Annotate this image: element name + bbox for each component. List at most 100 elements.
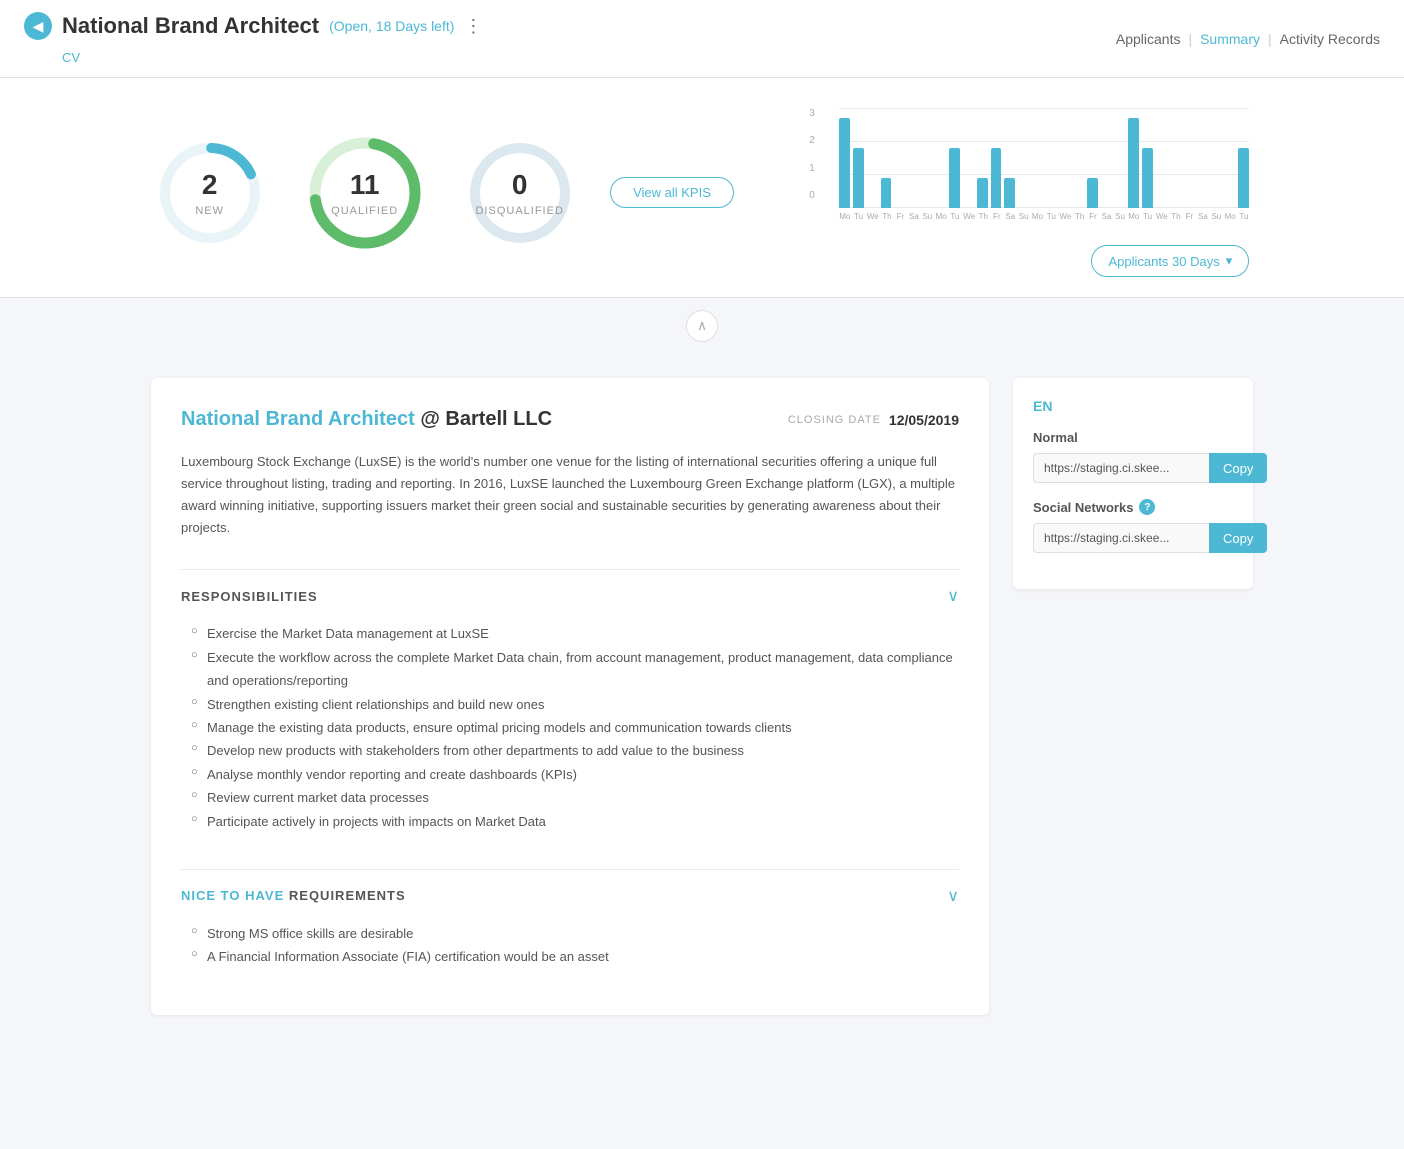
kpi-qualified: 11 QUALIFIED bbox=[305, 133, 425, 253]
kpi-inner: 2 NEW 11 QUALIFIED bbox=[152, 108, 1252, 277]
kpi-disqualified-number: 0 bbox=[475, 169, 563, 201]
cv-link[interactable]: CV bbox=[62, 50, 80, 65]
collapse-button[interactable]: ∧ bbox=[686, 310, 718, 342]
chart-label-29: Tu bbox=[1239, 212, 1249, 221]
kpi-disqualified-inner: 0 DISQUALIFIED bbox=[475, 169, 563, 217]
kpi-new: 2 NEW bbox=[155, 138, 265, 248]
y-label-2: 2 bbox=[809, 135, 815, 146]
chart-label-3: Th bbox=[882, 212, 892, 221]
chart-label-5: Sa bbox=[909, 212, 919, 221]
requirements-chevron: ∨ bbox=[947, 886, 959, 906]
social-url-input[interactable] bbox=[1033, 523, 1209, 553]
chart-bar-7 bbox=[936, 206, 947, 208]
chart-y-axis: 3 2 1 0 bbox=[809, 108, 815, 201]
requirements-section: NICE TO HAVE REQUIREMENTS ∨ Strong MS of… bbox=[181, 869, 959, 985]
chart-bar-17 bbox=[1073, 206, 1084, 208]
chart-bar-0 bbox=[839, 118, 850, 208]
responsibility-item-4: Develop new products with stakeholders f… bbox=[191, 739, 959, 762]
normal-link-section: Normal Copy bbox=[1033, 430, 1233, 483]
sidebar-card: EN Normal Copy Social Networks ? Copy bbox=[1013, 378, 1253, 589]
chart-label-20: Su bbox=[1115, 212, 1125, 221]
header-nav: Applicants | Summary | Activity Records bbox=[1116, 31, 1380, 47]
normal-url-input[interactable] bbox=[1033, 453, 1209, 483]
kpi-qualified-inner: 11 QUALIFIED bbox=[331, 169, 398, 217]
chart-bar-26 bbox=[1197, 206, 1208, 208]
title-row: ◀ National Brand Architect (Open, 18 Day… bbox=[24, 12, 482, 40]
chart-label-12: Sa bbox=[1005, 212, 1015, 221]
chart-bar-18 bbox=[1087, 178, 1098, 208]
chart-label-15: Tu bbox=[1046, 212, 1056, 221]
applicants-30-label: Applicants 30 Days bbox=[1108, 254, 1219, 269]
back-button[interactable]: ◀ bbox=[24, 12, 52, 40]
chart-bar-14 bbox=[1032, 206, 1043, 208]
kpi-section: 2 NEW 11 QUALIFIED bbox=[0, 78, 1404, 298]
y-label-3: 3 bbox=[809, 108, 815, 119]
chart-bar-19 bbox=[1101, 206, 1112, 208]
responsibilities-section: RESPONSIBILITIES ∨ Exercise the Market D… bbox=[181, 569, 959, 849]
chart-x-labels: MoTuWeThFrSaSuMoTuWeThFrSaSuMoTuWeThFrSa… bbox=[839, 212, 1249, 221]
chart-label-26: Sa bbox=[1198, 212, 1208, 221]
responsibility-item-3: Manage the existing data products, ensur… bbox=[191, 716, 959, 739]
y-label-0: 0 bbox=[809, 190, 815, 201]
requirements-list: Strong MS office skills are desirableA F… bbox=[181, 922, 959, 969]
chart-bar-4 bbox=[894, 206, 905, 208]
chart-bar-9 bbox=[963, 206, 974, 208]
kpi-disqualified: 0 DISQUALIFIED bbox=[465, 138, 575, 248]
closing-date-block: CLOSING DATE 12/05/2019 bbox=[788, 412, 959, 428]
kpi-disqualified-circle: 0 DISQUALIFIED bbox=[465, 138, 575, 248]
chart-label-2: We bbox=[867, 212, 879, 221]
job-heading-company: @ Bartell LLC bbox=[420, 408, 552, 430]
nav-summary[interactable]: Summary bbox=[1200, 31, 1260, 47]
normal-copy-button[interactable]: Copy bbox=[1209, 453, 1267, 483]
kpi-disqualified-label: DISQUALIFIED bbox=[475, 205, 563, 217]
chart-section: 3 2 1 0 MoTuWeThFrSaSuMo bbox=[809, 108, 1249, 277]
nav-sep1: | bbox=[1188, 31, 1192, 47]
social-link-section: Social Networks ? Copy bbox=[1033, 499, 1233, 553]
chart-label-4: Fr bbox=[895, 212, 905, 221]
view-kpis-button[interactable]: View all KPIS bbox=[610, 177, 734, 208]
nav-applicants[interactable]: Applicants bbox=[1116, 31, 1181, 47]
top-bar: ◀ National Brand Architect (Open, 18 Day… bbox=[0, 0, 1404, 78]
nav-sep2: | bbox=[1268, 31, 1272, 47]
chart-bar-16 bbox=[1060, 206, 1071, 208]
header-left: ◀ National Brand Architect (Open, 18 Day… bbox=[24, 12, 482, 65]
chart-bar-25 bbox=[1183, 206, 1194, 208]
requirements-title: NICE TO HAVE REQUIREMENTS bbox=[181, 888, 406, 903]
nav-activity-records[interactable]: Activity Records bbox=[1280, 31, 1380, 47]
chart-label-10: Th bbox=[978, 212, 988, 221]
kpi-qualified-label: QUALIFIED bbox=[331, 205, 398, 217]
chart-label-22: Tu bbox=[1142, 212, 1152, 221]
chart-bar-6 bbox=[922, 206, 933, 208]
responsibilities-header[interactable]: RESPONSIBILITIES ∨ bbox=[181, 570, 959, 622]
chart-wrapper: 3 2 1 0 MoTuWeThFrSaSuMo bbox=[809, 108, 1249, 221]
social-label: Social Networks ? bbox=[1033, 499, 1233, 515]
chart-label-0: Mo bbox=[839, 212, 850, 221]
chart-bar-22 bbox=[1142, 148, 1153, 208]
chart-bar-12 bbox=[1004, 178, 1015, 208]
social-help-icon: ? bbox=[1139, 499, 1155, 515]
job-title: National Brand Architect bbox=[62, 13, 319, 39]
chart-bar-2 bbox=[867, 206, 878, 208]
applicants-30-button[interactable]: Applicants 30 Days ▾ bbox=[1091, 245, 1249, 277]
closing-date: 12/05/2019 bbox=[889, 412, 959, 428]
job-description: Luxembourg Stock Exchange (LuxSE) is the… bbox=[181, 451, 959, 539]
chart-bar-1 bbox=[853, 148, 864, 208]
social-copy-button[interactable]: Copy bbox=[1209, 523, 1267, 553]
normal-link-row: Copy bbox=[1033, 453, 1233, 483]
requirement-item-0: Strong MS office skills are desirable bbox=[191, 922, 959, 945]
chart-bar-3 bbox=[881, 178, 892, 208]
requirements-header[interactable]: NICE TO HAVE REQUIREMENTS ∨ bbox=[181, 870, 959, 922]
chart-label-11: Fr bbox=[992, 212, 1002, 221]
chart-bar-13 bbox=[1018, 206, 1029, 208]
chart-area: MoTuWeThFrSaSuMoTuWeThFrSaSuMoTuWeThFrSa… bbox=[839, 108, 1249, 221]
chart-label-17: Th bbox=[1074, 212, 1084, 221]
main-content: National Brand Architect @ Bartell LLC C… bbox=[127, 354, 1277, 1039]
chart-footer: Applicants 30 Days ▾ bbox=[809, 235, 1249, 277]
y-label-1: 1 bbox=[809, 163, 815, 174]
more-button[interactable]: ⋮ bbox=[464, 16, 482, 37]
chart-label-16: We bbox=[1060, 212, 1072, 221]
chart-bar-23 bbox=[1156, 206, 1167, 208]
requirements-label: REQUIREMENTS bbox=[289, 888, 406, 903]
more-icon: ⋮ bbox=[464, 16, 482, 36]
chart-bar-24 bbox=[1170, 206, 1181, 208]
